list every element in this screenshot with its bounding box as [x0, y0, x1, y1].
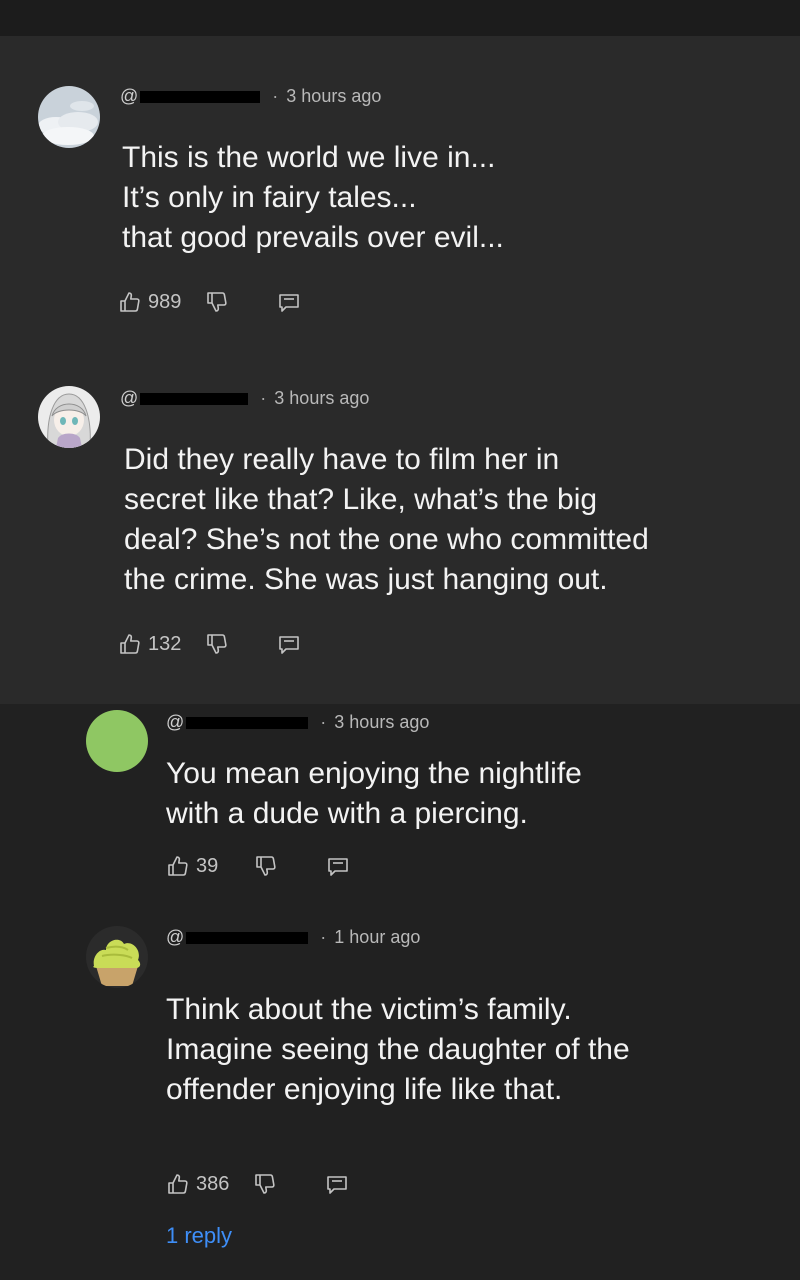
handle-prefix[interactable]: @: [166, 712, 184, 733]
comment-time[interactable]: 3 hours ago: [286, 86, 381, 107]
like-count: 989: [148, 290, 182, 313]
user-avatar[interactable]: [86, 926, 148, 988]
top-bar: [0, 0, 800, 36]
comment-line: Did they really have to film her in: [124, 443, 560, 476]
comment-actions: 132: [118, 632, 303, 656]
cupcake-avatar-image: [86, 926, 148, 988]
highlighted-thread-panel: [0, 36, 800, 704]
comment-line: Think about the victim’s family.: [166, 993, 572, 1026]
comment-line: deal? She’s not the one who committed: [124, 523, 649, 556]
user-avatar[interactable]: [38, 86, 100, 148]
comment-line: that good prevails over evil...: [122, 221, 504, 254]
thumbs-down-icon[interactable]: [253, 1172, 277, 1196]
like-count: 39: [196, 854, 219, 877]
thumbs-up-icon: [168, 856, 188, 876]
reply-icon[interactable]: [277, 290, 303, 314]
handle-prefix[interactable]: @: [120, 86, 138, 107]
comment-line: You mean enjoying the nightlife: [166, 757, 582, 790]
view-replies-link[interactable]: 1 reply: [166, 1223, 232, 1249]
comment-line: offender enjoying life like that.: [166, 1073, 563, 1106]
handle-prefix[interactable]: @: [166, 927, 184, 948]
comment-meta: @ · 3 hours ago: [120, 86, 381, 107]
comment-meta: @ · 3 hours ago: [166, 712, 429, 733]
separator-dot: ·: [272, 86, 279, 106]
thumbs-down-icon[interactable]: [205, 632, 229, 656]
comment-meta: @ · 1 hour ago: [166, 927, 420, 948]
thumbs-down-icon[interactable]: [205, 290, 229, 314]
thumbs-down-icon[interactable]: [254, 854, 278, 878]
clouds-avatar-image: [38, 86, 100, 148]
like-button[interactable]: 132: [118, 632, 181, 656]
redacted-username: [186, 716, 309, 729]
comment-line: with a dude with a piercing.: [166, 797, 528, 830]
comment-text: This is the world we live in... It’s onl…: [122, 138, 504, 258]
comment-text: Think about the victim’s family. Imagine…: [166, 990, 630, 1110]
redacted-username: [140, 90, 261, 103]
comment-text: You mean enjoying the nightlife with a d…: [166, 754, 582, 834]
reply-icon[interactable]: [325, 1172, 351, 1196]
separator-dot: ·: [320, 927, 327, 947]
comment-line: It’s only in fairy tales...: [122, 181, 417, 214]
like-count: 132: [148, 632, 182, 655]
comment-line: This is the world we live in...: [122, 141, 496, 174]
comment-time[interactable]: 3 hours ago: [334, 712, 429, 733]
like-button[interactable]: 39: [166, 854, 218, 878]
comment-meta: @ · 3 hours ago: [120, 388, 369, 409]
comment-text: Did they really have to film her in secr…: [124, 440, 649, 600]
comment-actions: 989: [118, 290, 303, 314]
user-avatar[interactable]: [38, 386, 100, 448]
comment-line: secret like that? Like, what’s the big: [124, 483, 598, 516]
redacted-username: [186, 931, 309, 944]
thumbs-up-icon: [120, 634, 140, 654]
user-avatar[interactable]: [86, 710, 148, 772]
thumbs-up-icon: [168, 1174, 188, 1194]
comment-line: the crime. She was just hanging out.: [124, 563, 608, 596]
like-button[interactable]: 386: [166, 1172, 229, 1196]
comment-actions: 39: [166, 854, 352, 878]
like-button[interactable]: 989: [118, 290, 181, 314]
separator-dot: ·: [320, 712, 327, 732]
comment-actions: 386: [166, 1172, 351, 1196]
thumbs-up-icon: [120, 292, 140, 312]
reply-icon[interactable]: [326, 854, 352, 878]
reply-icon[interactable]: [277, 632, 303, 656]
anime-girl-avatar-image: [38, 386, 100, 448]
comment-time[interactable]: 1 hour ago: [334, 927, 420, 948]
handle-prefix[interactable]: @: [120, 388, 138, 409]
comment-time[interactable]: 3 hours ago: [274, 388, 369, 409]
like-count: 386: [196, 1172, 230, 1195]
comment-line: Imagine seeing the daughter of the: [166, 1033, 630, 1066]
redacted-username: [140, 392, 249, 405]
separator-dot: ·: [260, 388, 267, 408]
